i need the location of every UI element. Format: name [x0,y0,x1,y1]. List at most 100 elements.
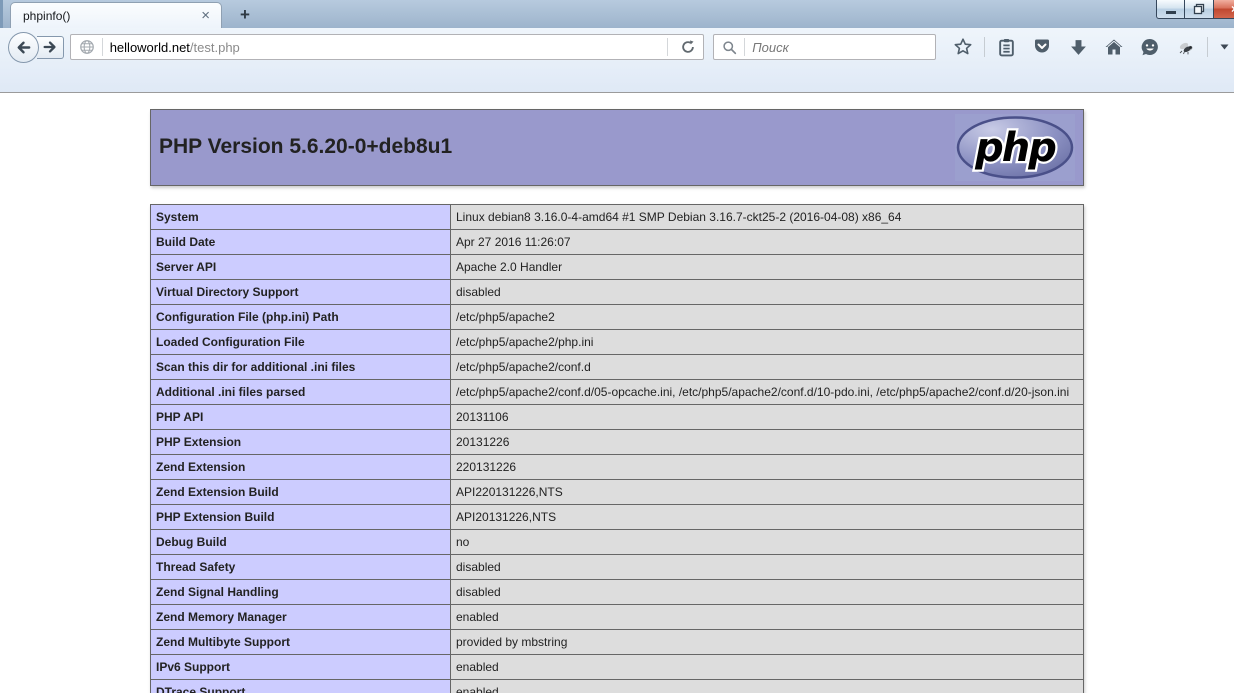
toolbar-overflow-button[interactable] [1214,33,1234,61]
info-label: Zend Memory Manager [151,605,451,630]
url-input[interactable]: helloworld.net/test.php [70,34,704,60]
download-arrow-icon [1069,38,1088,57]
info-label: DTrace Support [151,680,451,694]
reload-icon [680,39,696,55]
icons-separator [984,37,985,57]
table-row: Additional .ini files parsed/etc/php5/ap… [151,380,1084,405]
info-value: disabled [451,555,1084,580]
new-tab-button[interactable]: + [230,3,260,27]
info-label: Build Date [151,230,451,255]
chevron-down-icon [1220,44,1229,50]
info-value: Apache 2.0 Handler [451,255,1084,280]
info-label: IPv6 Support [151,655,451,680]
tab-close-icon[interactable]: × [198,8,213,23]
table-row: DTrace Supportenabled [151,680,1084,694]
info-label: PHP Extension [151,430,451,455]
php-info-table-body: SystemLinux debian8 3.16.0-4-amd64 #1 SM… [151,205,1084,694]
info-label: Zend Extension [151,455,451,480]
info-label: Zend Multibyte Support [151,630,451,655]
navigation-toolbar: helloworld.net/test.php [0,28,1234,66]
table-row: Zend Extension BuildAPI220131226,NTS [151,480,1084,505]
info-label: Debug Build [151,530,451,555]
globe-icon [79,39,95,55]
info-label: PHP API [151,405,451,430]
bookmarks-menu-button[interactable] [991,33,1021,61]
home-icon [1104,37,1124,57]
table-row: Thread Safetydisabled [151,555,1084,580]
php-header-cell: php PHP Version 5.6.20-0+deb8u1 [151,110,1084,186]
info-label: Loaded Configuration File [151,330,451,355]
info-label: System [151,205,451,230]
table-row: Zend Extension220131226 [151,455,1084,480]
info-value: API220131226,NTS [451,480,1084,505]
info-label: PHP Extension Build [151,505,451,530]
star-icon [953,37,973,57]
info-value: no [451,530,1084,555]
forward-arrow-icon [42,39,58,55]
table-row: Zend Memory Managerenabled [151,605,1084,630]
table-row: php PHP Version 5.6.20-0+deb8u1 [151,110,1084,186]
info-value: provided by mbstring [451,630,1084,655]
tab-title: phpinfo() [23,9,198,23]
table-row: Configuration File (php.ini) Path/etc/ph… [151,305,1084,330]
minimize-button[interactable] [1156,0,1185,19]
url-path-text: /test.php [190,40,240,55]
table-row: Zend Multibyte Supportprovided by mbstri… [151,630,1084,655]
info-value: enabled [451,680,1084,694]
info-value: Apr 27 2016 11:26:07 [451,230,1084,255]
info-value: disabled [451,580,1084,605]
pocket-icon [1032,37,1052,57]
php-logo: php [955,114,1075,181]
home-button[interactable] [1099,33,1129,61]
table-row: IPv6 Supportenabled [151,655,1084,680]
pocket-button[interactable] [1027,33,1057,61]
hello-smiley-button[interactable] [1135,33,1165,61]
tab-phpinfo[interactable]: phpinfo() × [10,2,222,28]
bookmark-star-button[interactable] [948,33,978,61]
php-header-table: php PHP Version 5.6.20-0+deb8u1 [150,109,1084,186]
reload-separator [667,38,668,56]
table-row: SystemLinux debian8 3.16.0-4-amd64 #1 SM… [151,205,1084,230]
search-input[interactable] [752,40,931,55]
info-label: Thread Safety [151,555,451,580]
php-logo-text: php [974,125,1056,171]
info-value: /etc/php5/apache2/php.ini [451,330,1084,355]
info-value: /etc/php5/apache2/conf.d [451,355,1084,380]
smiley-icon [1140,37,1160,57]
info-label: Zend Extension Build [151,480,451,505]
urlbar-separator [102,38,103,56]
back-arrow-icon [15,39,32,56]
table-row: PHP Extension BuildAPI20131226,NTS [151,505,1084,530]
back-button[interactable] [8,32,39,63]
search-icon [722,40,737,55]
reload-button[interactable] [675,36,701,58]
url-host-text: helloworld.net [110,40,190,55]
search-box[interactable] [713,34,936,60]
search-separator [744,38,745,56]
info-value: 20131226 [451,430,1084,455]
info-label: Virtual Directory Support [151,280,451,305]
php-info-table: SystemLinux debian8 3.16.0-4-amd64 #1 SM… [150,204,1084,693]
close-button[interactable]: × [1214,0,1234,19]
toolbar-icons [942,33,1234,61]
page-content: php PHP Version 5.6.20-0+deb8u1 SystemLi… [0,93,1234,693]
table-row: Debug Buildno [151,530,1084,555]
info-value: Linux debian8 3.16.0-4-amd64 #1 SMP Debi… [451,205,1084,230]
info-value: /etc/php5/apache2 [451,305,1084,330]
forward-button[interactable] [37,36,64,59]
table-row: Scan this dir for additional .ini files/… [151,355,1084,380]
table-row: Build DateApr 27 2016 11:26:07 [151,230,1084,255]
info-label: Scan this dir for additional .ini files [151,355,451,380]
table-row: Zend Signal Handlingdisabled [151,580,1084,605]
titlebar: phpinfo() × + × [0,0,1234,28]
downloads-button[interactable] [1063,33,1093,61]
info-label: Additional .ini files parsed [151,380,451,405]
restore-button[interactable] [1185,0,1214,19]
addon-fly-button[interactable] [1171,33,1201,61]
info-value: API20131226,NTS [451,505,1084,530]
table-row: Loaded Configuration File/etc/php5/apach… [151,330,1084,355]
table-row: Virtual Directory Supportdisabled [151,280,1084,305]
window-controls: × [1156,0,1234,19]
info-label: Zend Signal Handling [151,580,451,605]
info-value: /etc/php5/apache2/conf.d/05-opcache.ini,… [451,380,1084,405]
